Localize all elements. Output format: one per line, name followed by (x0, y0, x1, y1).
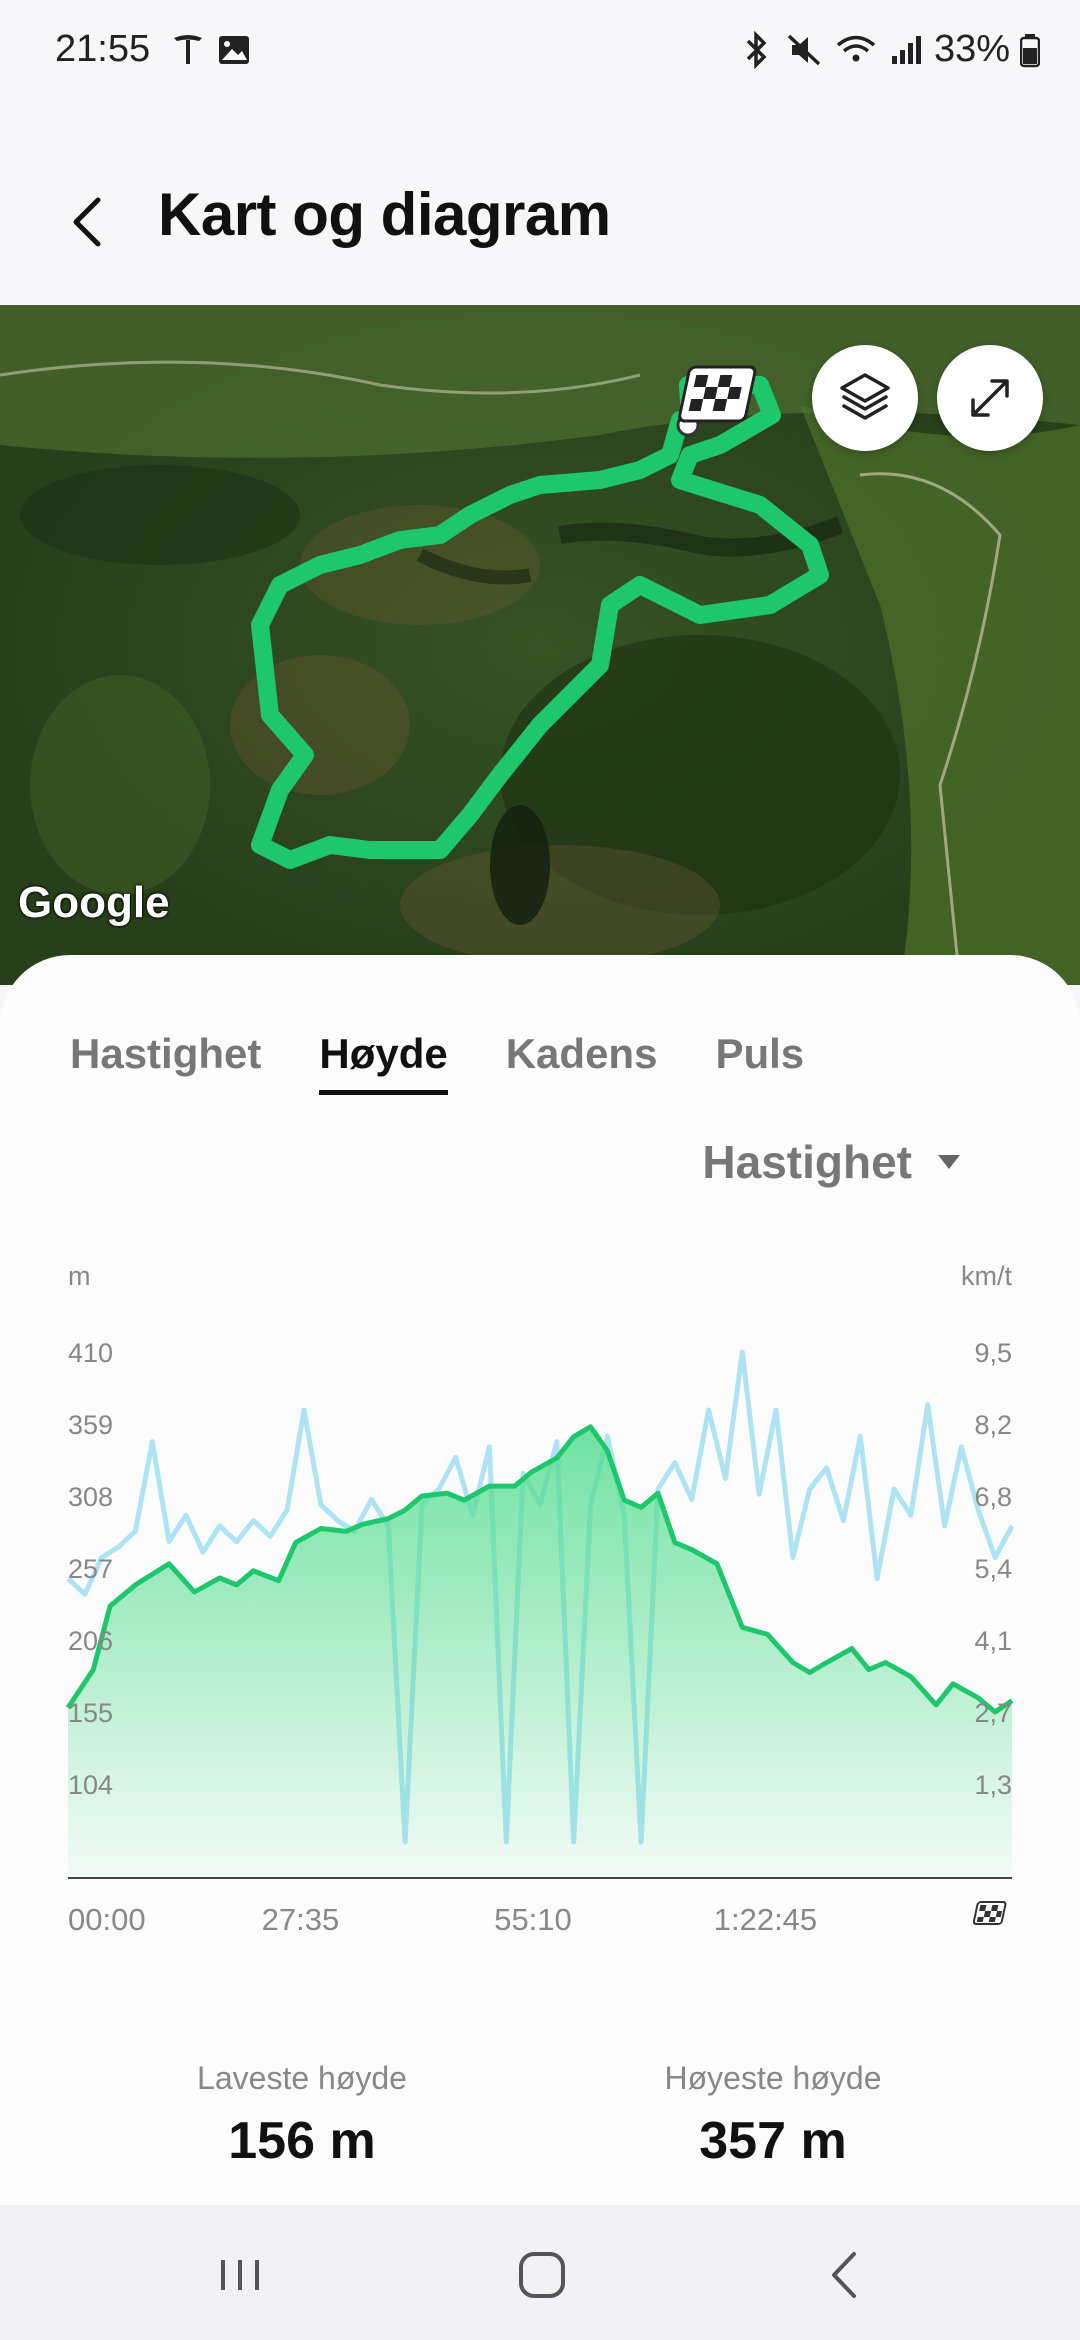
metric-tabs: Hastighet Høyde Kadens Puls (70, 1030, 804, 1095)
x-tick-label: 55:10 (494, 1902, 572, 1937)
right-tick-label: 6,8 (974, 1482, 1012, 1512)
overlay-metric-value: Hastighet (702, 1136, 912, 1188)
right-tick-label: 8,2 (974, 1410, 1012, 1440)
mute-icon (787, 34, 821, 65)
left-axis-unit: m (68, 1261, 91, 1291)
right-tick-label: 2,7 (974, 1698, 1012, 1728)
battery-percent: 33% (933, 28, 1010, 70)
left-tick-label: 308 (68, 1482, 113, 1512)
x-tick-label: 1:22:45 (714, 1902, 817, 1937)
signal-icon (891, 35, 921, 64)
elevation-speed-chart: m km/t 410 359 308 257 206 155 104 9,5 8,2 6,8 5,… (0, 1250, 1080, 1950)
recent-apps-button[interactable] (205, 2240, 275, 2310)
map-fullscreen-button[interactable] (937, 345, 1043, 451)
left-tick-label: 410 (68, 1338, 113, 1368)
battery-icon (1020, 33, 1040, 67)
lowest-elevation-label: Laveste høyde (197, 2060, 407, 2096)
status-bar: 21:55 33% (0, 0, 1080, 100)
right-tick-label: 4,1 (974, 1626, 1012, 1656)
system-back-button[interactable] (810, 2240, 880, 2310)
expand-icon (971, 379, 1009, 417)
right-tick-label: 1,3 (974, 1770, 1012, 1800)
highest-elevation-value: 357 m (699, 2112, 847, 2170)
left-tick-label: 359 (68, 1410, 113, 1440)
tesla-icon (174, 35, 202, 64)
lowest-elevation-value: 156 m (228, 2112, 376, 2170)
status-right: 33% (740, 28, 1040, 71)
system-nav-bar (0, 2205, 1080, 2340)
app-bar: Kart og diagram (0, 100, 1080, 305)
x-tick-label: 00:00 (68, 1902, 146, 1937)
x-axis-ticks: 00:00 27:35 55:10 1:22:45 (68, 1902, 817, 1937)
x-tick-label: 27:35 (262, 1902, 340, 1937)
tab-hoyde[interactable]: Høyde (319, 1030, 448, 1095)
right-tick-label: 5,4 (974, 1554, 1012, 1584)
bluetooth-icon (746, 30, 767, 69)
status-time: 21:55 (55, 28, 151, 70)
right-tick-label: 9,5 (974, 1338, 1012, 1368)
map-attribution: Google (18, 878, 170, 927)
highest-elevation-label: Høyeste høyde (664, 2060, 882, 2096)
right-axis-unit: km/t (961, 1261, 1012, 1291)
left-tick-label: 104 (68, 1770, 113, 1800)
highest-elevation: Høyeste høyde 357 m (573, 2060, 973, 2171)
left-tick-label: 257 (68, 1554, 113, 1584)
page-title: Kart og diagram (158, 181, 611, 248)
tab-puls[interactable]: Puls (715, 1030, 804, 1095)
finish-flag-small-icon (972, 1901, 1007, 1925)
finish-flag-icon (678, 365, 757, 423)
dropdown-arrow-icon (938, 1155, 960, 1169)
wifi-icon (836, 35, 876, 61)
lowest-elevation: Laveste høyde 156 m (102, 2060, 502, 2171)
tab-hastighet[interactable]: Hastighet (70, 1030, 261, 1095)
tab-kadens[interactable]: Kadens (506, 1030, 658, 1095)
gallery-icon (219, 36, 249, 64)
layers-icon (840, 373, 890, 420)
left-tick-label: 206 (68, 1626, 113, 1656)
left-tick-label: 155 (68, 1698, 113, 1728)
elevation-series (65, 1424, 1014, 1878)
home-button[interactable] (507, 2240, 577, 2310)
chart-svg: m km/t 410 359 308 257 206 155 104 9,5 8,2 6,8 5,… (65, 1261, 1015, 1937)
elevation-area (68, 1426, 1012, 1878)
map-layers-button[interactable] (812, 345, 918, 451)
back-button[interactable] (52, 182, 132, 262)
overlay-metric-select[interactable]: Hastighet (702, 1135, 962, 1189)
